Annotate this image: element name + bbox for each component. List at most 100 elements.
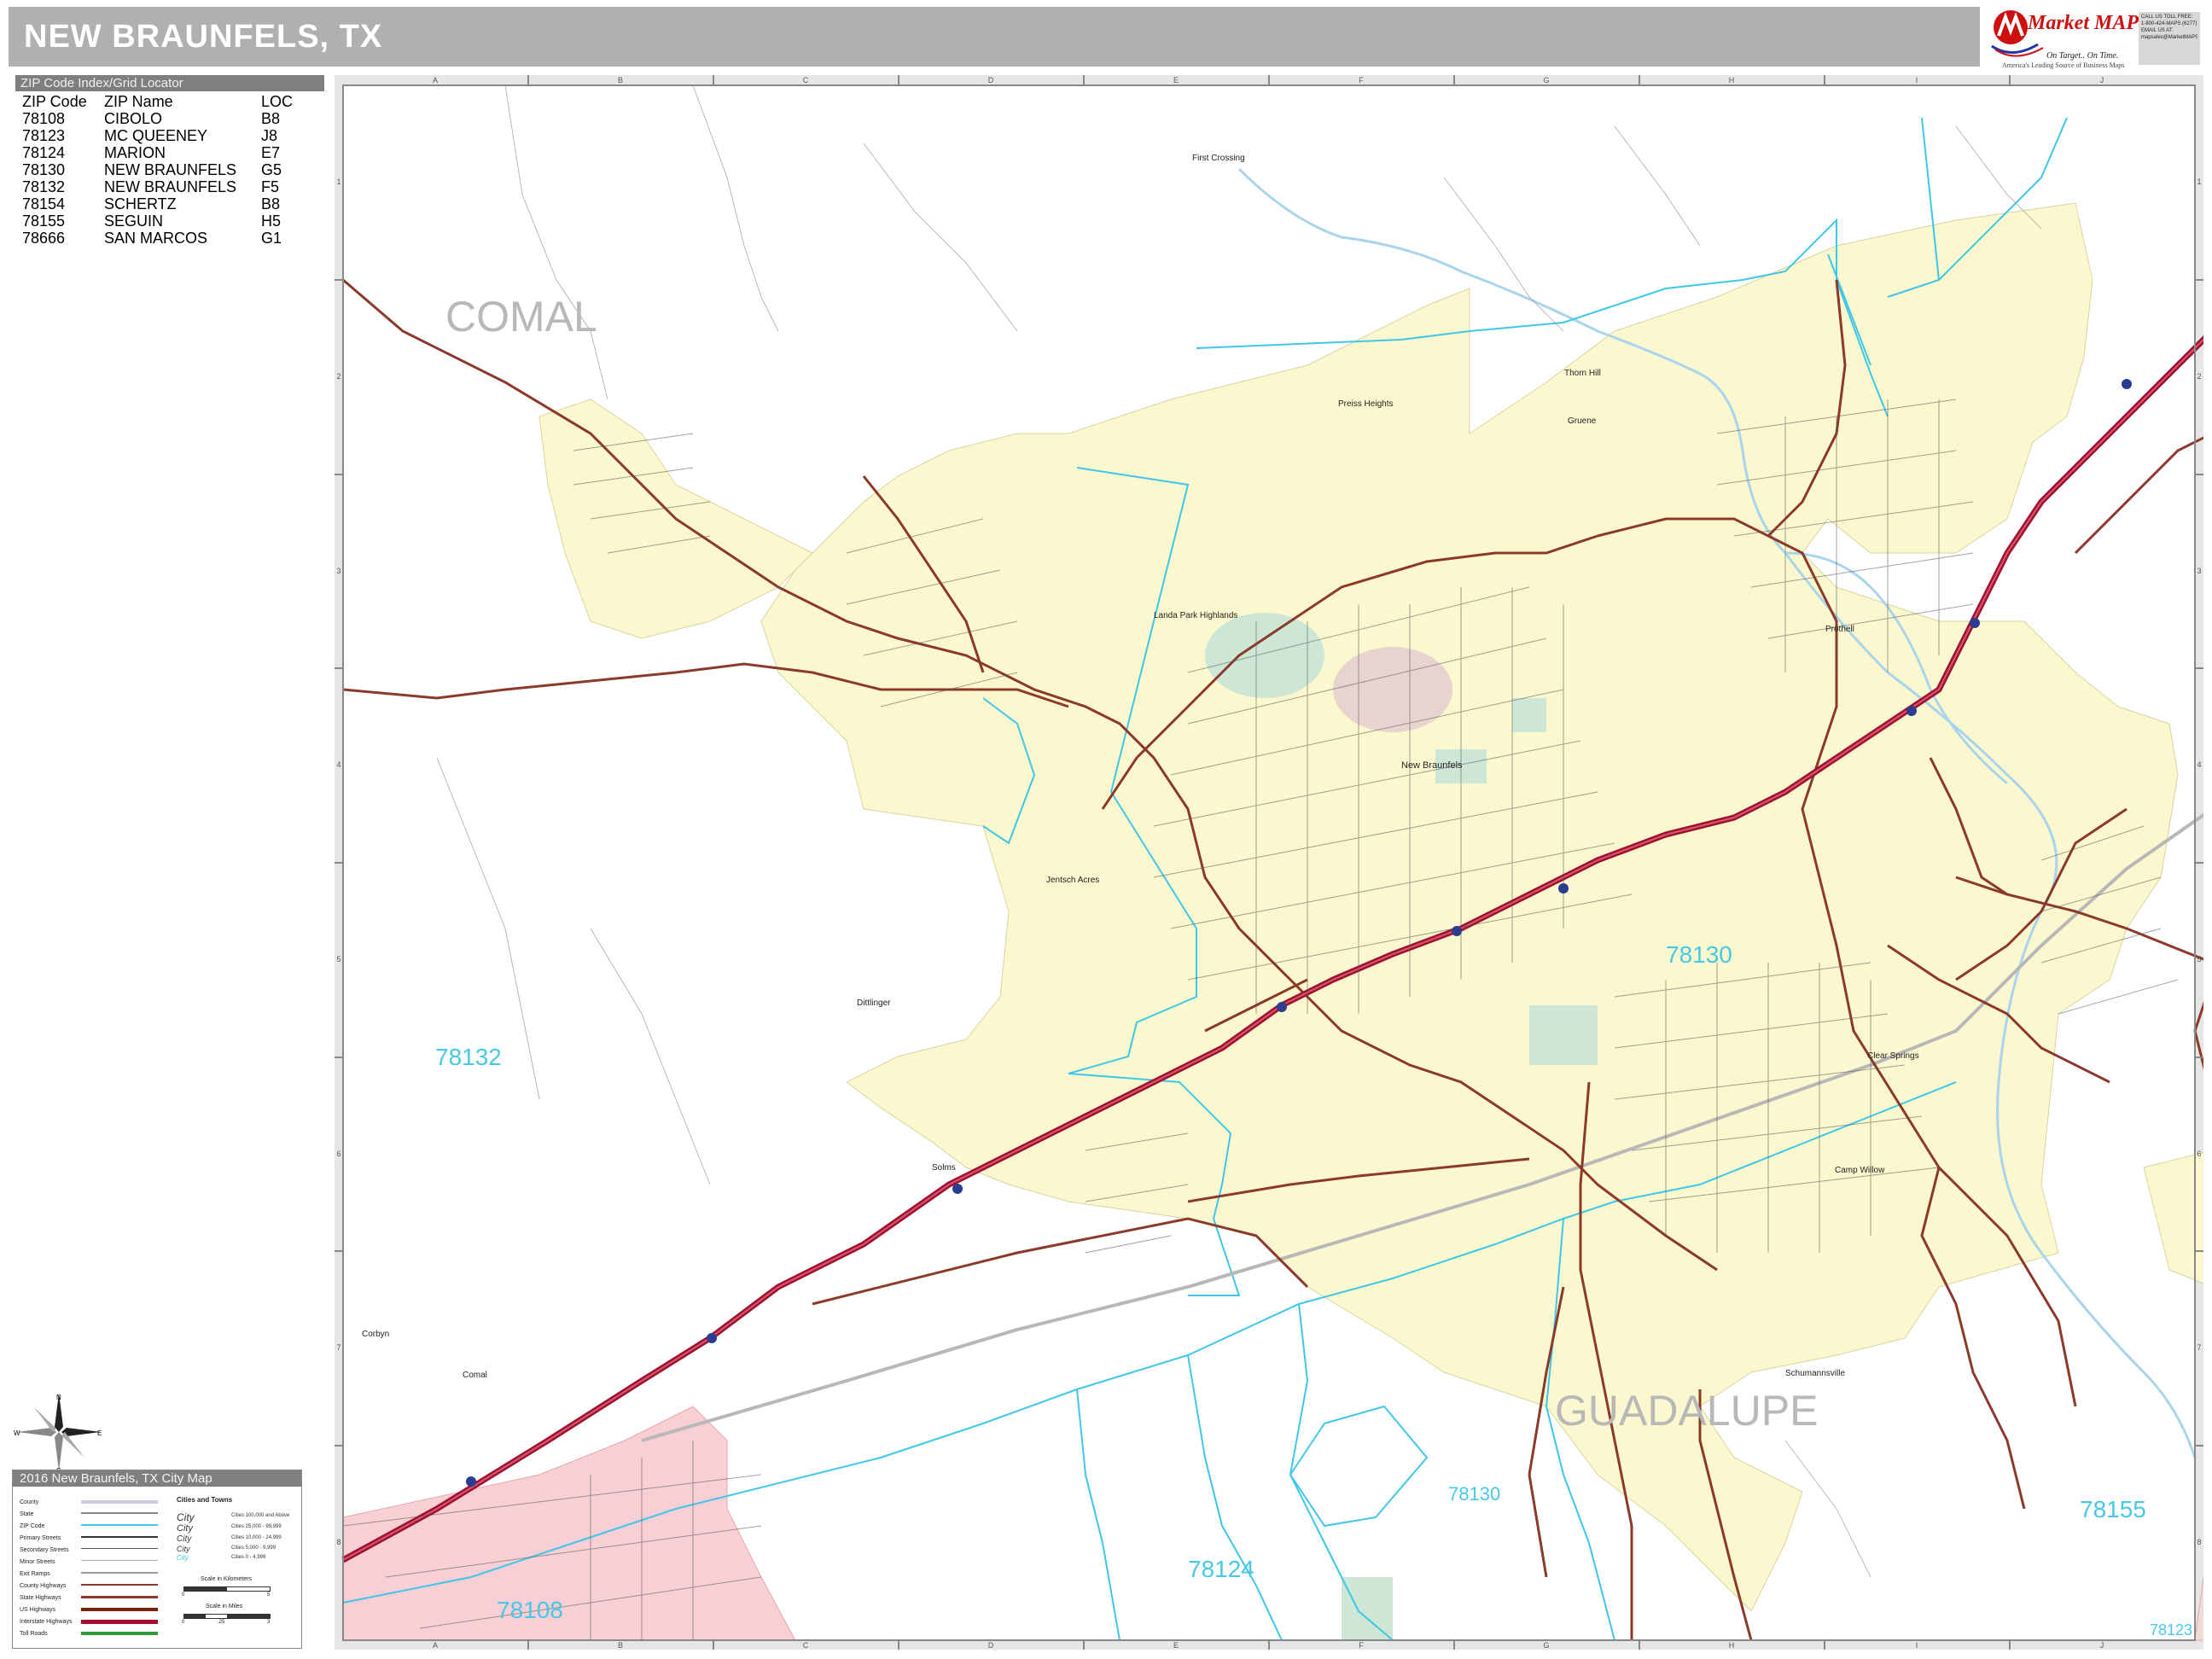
legend-pop-class: Cities 5,000 - 9,999 [231, 1545, 276, 1551]
map-title: NEW BRAUNFELS, TX [24, 19, 383, 55]
legend-pop-class: Cities 10,000 - 24,999 [231, 1535, 282, 1540]
legend-item: Toll Roads [20, 1631, 48, 1637]
grid-row-label: 7 [2197, 1343, 2201, 1352]
grid-column-label: J [2100, 1641, 2104, 1650]
zip-code: 78154 [22, 195, 66, 212]
legend-swatch [81, 1572, 158, 1574]
zip-code: 78132 [22, 178, 66, 195]
zip-index-header-row: ZIP Code ZIP Name LOC [15, 93, 293, 110]
map-canvas[interactable]: A B C D E F G H I J A B C D E F G H I J … [335, 75, 2203, 1650]
grid-row-label: 2 [336, 372, 341, 381]
place-label: New Braunfels [1401, 760, 1463, 771]
legend-item: US Highways [20, 1607, 56, 1613]
zip-name: SEGUIN [104, 212, 164, 230]
legend-swatch [81, 1512, 158, 1514]
scale-tick: 0 [182, 1620, 185, 1625]
zip-name: NEW BRAUNFELS [104, 161, 237, 178]
legend-item: Minor Streets [20, 1559, 55, 1565]
logo-contact: CALL US TOLL FREE: 1-800-424-MAPS (6277)… [2139, 12, 2200, 65]
legend-pop-class: Cities 0 - 4,999 [231, 1555, 266, 1560]
legend-title: 2016 New Braunfels, TX City Map [13, 1470, 301, 1487]
column-header: LOC [261, 93, 294, 110]
grid-column-label: I [1916, 76, 1918, 84]
table-row: 78108 CIBOLO B8 [15, 110, 293, 127]
place-label: Landa Park Highlands [1154, 611, 1237, 620]
legend-city-sample: City [177, 1554, 189, 1562]
table-row: 78123 MC QUEENEY J8 [15, 127, 293, 144]
place-label: Solms [932, 1163, 956, 1173]
grid-column-label: B [618, 76, 623, 84]
zip-loc: G5 [261, 161, 282, 178]
place-label: Camp Willow [1835, 1166, 1885, 1175]
logo-company-name: Market MAPS [2028, 12, 2151, 34]
table-row: 78132 NEW BRAUNFELS F5 [15, 178, 293, 195]
zip-label: 78130 [1448, 1483, 1500, 1505]
zip-label: 78155 [2080, 1496, 2146, 1522]
title-bar: NEW BRAUNFELS, TX [9, 7, 1980, 67]
zip-loc: H5 [261, 212, 282, 230]
map-frame: A B C D E F G H I J A B C D E F G H I J … [335, 75, 2203, 1650]
contact-line: CALL US TOLL FREE: [2141, 15, 2193, 20]
place-label: Clear Springs [1867, 1051, 1919, 1061]
zip-label: 78130 [1666, 941, 1732, 968]
zip-name: SCHERTZ [104, 195, 177, 212]
logo-subline: America's Leading Source of Business Map… [2002, 61, 2125, 69]
place-label: First Crossing [1192, 154, 1245, 163]
grid-row-label: 7 [336, 1343, 341, 1352]
grid-row-label: 5 [2197, 955, 2201, 963]
contact-line: EMAIL US AT: [2141, 28, 2174, 33]
zip-index-table: ZIP Code ZIP Name LOC 78108 CIBOLO B8 7812… [15, 93, 293, 247]
park-area [1205, 613, 1324, 698]
grid-column-label: E [1173, 1641, 1179, 1650]
table-row: 78666 SAN MARCOS G1 [15, 230, 293, 247]
zip-name: SAN MARCOS [104, 230, 208, 247]
legend-pop-class: Cities 100,000 and Above [231, 1513, 290, 1518]
scale-tick: .25 [218, 1620, 225, 1625]
legend-swatch [81, 1596, 158, 1598]
zip-loc: B8 [261, 110, 281, 127]
zip-code: 78130 [22, 161, 66, 178]
table-row: 78154 SCHERTZ B8 [15, 195, 293, 212]
grid-row-label: 1 [2197, 178, 2201, 186]
place-label: Preiss Heights [1338, 399, 1393, 409]
grid-row-label: 1 [336, 178, 341, 186]
grid-column-label: A [433, 76, 438, 84]
grid-column-label: I [1916, 1641, 1918, 1650]
grid-row-label: 5 [336, 955, 341, 963]
table-row: 78124 MARION E7 [15, 144, 293, 161]
place-label: Schumannsville [1785, 1369, 1845, 1378]
column-header: ZIP Name [104, 93, 173, 110]
scale-tick: 5 [267, 1592, 271, 1598]
grid-row-label: 4 [2197, 760, 2201, 769]
grid-column-label: B [618, 1641, 623, 1650]
map-legend: 2016 New Braunfels, TX City Map County S… [12, 1470, 302, 1649]
zip-label: 78132 [435, 1044, 502, 1070]
zip-loc: E7 [261, 144, 281, 161]
grid-column-label: D [988, 76, 994, 84]
grid-column-label: F [1359, 76, 1364, 84]
zip-label: 78108 [497, 1597, 563, 1623]
legend-city-sample: City [177, 1523, 193, 1534]
scale-tick: 0 [182, 1592, 185, 1598]
legend-swatch [81, 1524, 158, 1526]
legend-swatch [81, 1584, 158, 1586]
grid-column-label: C [803, 76, 809, 84]
zip-code: 78155 [22, 212, 66, 230]
grid-row-label: 4 [336, 760, 341, 769]
zip-label: 78124 [1188, 1556, 1254, 1582]
legend-item: ZIP Code [20, 1523, 45, 1529]
table-row: 78130 NEW BRAUNFELS G5 [15, 161, 293, 178]
park-area [1512, 698, 1546, 732]
place-label: Jentsch Acres [1046, 876, 1099, 885]
zip-code: 78124 [22, 144, 66, 161]
legend-item: Exit Ramps [20, 1571, 50, 1577]
legend-city-sample: City [177, 1545, 190, 1553]
zip-index-title: ZIP Code Index/Grid Locator [15, 75, 324, 91]
grid-column-label: E [1173, 76, 1179, 84]
zip-name: CIBOLO [104, 110, 163, 127]
zip-loc: F5 [261, 178, 280, 195]
grid-column-label: H [1729, 1641, 1735, 1650]
pink-area [2194, 1576, 2203, 1641]
logo-tagline: On Target.. On Time. [2046, 51, 2119, 61]
grid-row-label: 6 [336, 1150, 341, 1158]
